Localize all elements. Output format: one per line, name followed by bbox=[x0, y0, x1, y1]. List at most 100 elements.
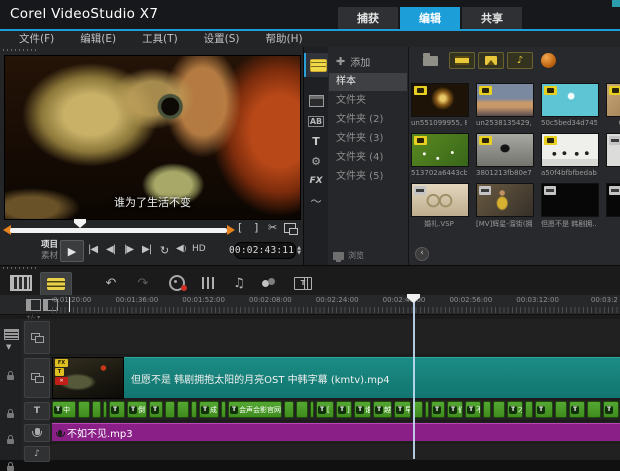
go-start-icon[interactable]: |◀ bbox=[88, 244, 97, 255]
mark-out-icon[interactable]: ] bbox=[254, 221, 258, 234]
video-track-row[interactable] bbox=[50, 319, 620, 354]
filter-photo-button[interactable] bbox=[478, 52, 504, 69]
library-tab-instant-project[interactable] bbox=[304, 91, 328, 111]
menu-文件(F)[interactable]: 文件(F) bbox=[6, 31, 67, 47]
music-track-header[interactable]: ♪ bbox=[24, 446, 50, 462]
corel-guide-icon[interactable] bbox=[541, 53, 556, 68]
timeline-ruler[interactable]: 00:01:20:0000:01:36:0000:01:52:0000:02:0… bbox=[0, 295, 620, 315]
collapse-arrow-icon[interactable]: ▼ bbox=[6, 343, 11, 351]
folder-item[interactable]: 文件夹 (5) bbox=[329, 168, 407, 186]
tab-编辑[interactable]: 编辑 bbox=[400, 7, 460, 29]
title-clip[interactable]: T倒 bbox=[127, 401, 147, 418]
library-tab-title[interactable]: T bbox=[304, 131, 328, 151]
music-track-lock-icon[interactable] bbox=[7, 466, 14, 471]
overlay-track-header[interactable] bbox=[24, 358, 50, 398]
overlay-clip-thumbnail[interactable]: FX T ✕ bbox=[52, 357, 124, 399]
title-clip[interactable] bbox=[284, 401, 294, 418]
gallery-item[interactable]: 513702a6443cb.jpg bbox=[411, 133, 467, 177]
gallery-thumbnail[interactable] bbox=[476, 183, 534, 217]
title-clip[interactable] bbox=[483, 401, 491, 418]
title-clip[interactable]: T[ bbox=[316, 401, 334, 418]
folder-item[interactable]: 样本 bbox=[329, 73, 407, 91]
title-clip[interactable] bbox=[555, 401, 567, 418]
title-clip[interactable] bbox=[296, 401, 308, 418]
repeat-icon[interactable]: ↻ bbox=[160, 244, 169, 257]
overlay-track-lock-icon[interactable] bbox=[7, 375, 14, 380]
tab-共享[interactable]: 共享 bbox=[462, 7, 522, 29]
add-folder-button[interactable]: ✚ 添加 bbox=[336, 54, 370, 69]
sound-mixer-icon[interactable] bbox=[198, 275, 220, 291]
title-clip[interactable] bbox=[525, 401, 533, 418]
title-clip[interactable]: T越 bbox=[373, 401, 392, 418]
playhead-line[interactable] bbox=[413, 296, 415, 459]
panel-grip[interactable] bbox=[3, 49, 37, 51]
auto-music-icon[interactable]: ♫ bbox=[228, 275, 250, 291]
folder-item[interactable]: 文件夹 (3) bbox=[329, 130, 407, 148]
gallery-thumbnail[interactable] bbox=[476, 83, 534, 117]
video-preview[interactable]: 谁为了生活不变 bbox=[4, 55, 301, 220]
ruler-scale[interactable]: 00:01:20:0000:01:36:0000:01:52:0000:02:0… bbox=[52, 295, 620, 314]
redo-icon[interactable]: ↷ bbox=[132, 275, 154, 291]
gallery-thumbnail[interactable] bbox=[476, 133, 534, 167]
title-clip[interactable]: T bbox=[603, 401, 619, 418]
title-clip[interactable] bbox=[177, 401, 189, 418]
gallery-thumbnail[interactable] bbox=[411, 183, 469, 217]
split-clip-icon[interactable]: ✂ bbox=[268, 221, 277, 234]
title-clip[interactable]: T会声会影官网: bbox=[228, 401, 282, 418]
hd-toggle[interactable]: HD bbox=[192, 244, 206, 254]
title-clip[interactable]: T谁 bbox=[354, 401, 371, 418]
gallery-thumbnail[interactable] bbox=[411, 133, 469, 167]
title-clip[interactable] bbox=[92, 401, 101, 418]
gallery-thumbnail[interactable] bbox=[606, 133, 620, 167]
menu-工具(T)[interactable]: 工具(T) bbox=[129, 31, 191, 47]
gallery-thumbnail[interactable] bbox=[606, 183, 620, 217]
enlarge-preview-icon[interactable] bbox=[284, 223, 296, 233]
title-clip[interactable]: T不 bbox=[465, 401, 481, 418]
gallery-item[interactable]: 50c5bed34d745.jpg bbox=[541, 83, 597, 127]
timeline-view-icon[interactable] bbox=[40, 272, 72, 296]
voice-audio-clip[interactable]: 不如不见.mp3 bbox=[52, 423, 620, 441]
gallery-item[interactable]: 3801213fb80e7be... bbox=[476, 133, 532, 177]
title-clip[interactable]: T成 bbox=[199, 401, 219, 418]
title-clip[interactable] bbox=[165, 401, 175, 418]
title-track-row[interactable]: T中TT倒TT成T会声会影官网:T[T]T谁T越T早TT们T不T才TTT bbox=[50, 400, 620, 420]
scrubber-bar[interactable] bbox=[10, 228, 227, 233]
gallery-item[interactable]: un2538135429, 27... bbox=[476, 83, 532, 127]
title-clip[interactable]: T们 bbox=[447, 401, 463, 418]
menu-设置(S)[interactable]: 设置(S) bbox=[191, 31, 253, 47]
folder-item[interactable]: 文件夹 (4) bbox=[329, 149, 407, 167]
title-track-header[interactable]: T bbox=[24, 402, 50, 420]
music-track-row[interactable] bbox=[50, 444, 620, 460]
gallery-thumbnail[interactable] bbox=[411, 83, 469, 117]
voice-track-row[interactable]: 不如不见.mp3 bbox=[50, 422, 620, 442]
title-clip[interactable] bbox=[425, 401, 429, 418]
volume-icon[interactable]: ◀) bbox=[176, 243, 186, 254]
library-tab-motion-path[interactable]: ～ bbox=[304, 191, 328, 211]
video-track-header[interactable] bbox=[24, 321, 50, 354]
trim-end-handle[interactable] bbox=[227, 225, 235, 235]
gallery-folder-icon[interactable] bbox=[423, 56, 438, 66]
title-clip[interactable]: T早 bbox=[394, 401, 411, 418]
gallery-item[interactable]: 婚礼... bbox=[606, 133, 620, 179]
library-tab-filter[interactable]: FX bbox=[304, 171, 328, 191]
title-clip[interactable]: T bbox=[569, 401, 585, 418]
prev-frame-icon[interactable]: ◀| bbox=[106, 244, 115, 255]
gallery-scroll-left-icon[interactable]: ‹ bbox=[415, 247, 429, 261]
title-clip[interactable]: T bbox=[109, 401, 125, 418]
title-clip[interactable]: T] bbox=[336, 401, 352, 418]
voice-track-lock-icon[interactable] bbox=[7, 439, 14, 444]
gallery-thumbnail[interactable] bbox=[541, 183, 599, 217]
gallery-item[interactable]: 月光清... bbox=[606, 183, 620, 229]
library-tab-transition[interactable]: AB bbox=[304, 111, 328, 131]
scrubber-thumb[interactable] bbox=[74, 219, 86, 228]
browse-button[interactable]: 浏览 bbox=[333, 250, 364, 261]
folder-item[interactable]: 文件夹 (2) bbox=[329, 111, 407, 129]
project-mode-label[interactable]: 项目 bbox=[30, 241, 58, 250]
tab-捕获[interactable]: 捕获 bbox=[338, 7, 398, 29]
title-clip[interactable] bbox=[78, 401, 90, 418]
folder-item[interactable]: 文件夹 bbox=[329, 92, 407, 110]
title-clip[interactable]: T bbox=[149, 401, 163, 418]
track-visibility-icon[interactable] bbox=[4, 329, 19, 340]
title-clip[interactable] bbox=[103, 401, 107, 418]
library-tab-media[interactable] bbox=[304, 53, 330, 77]
